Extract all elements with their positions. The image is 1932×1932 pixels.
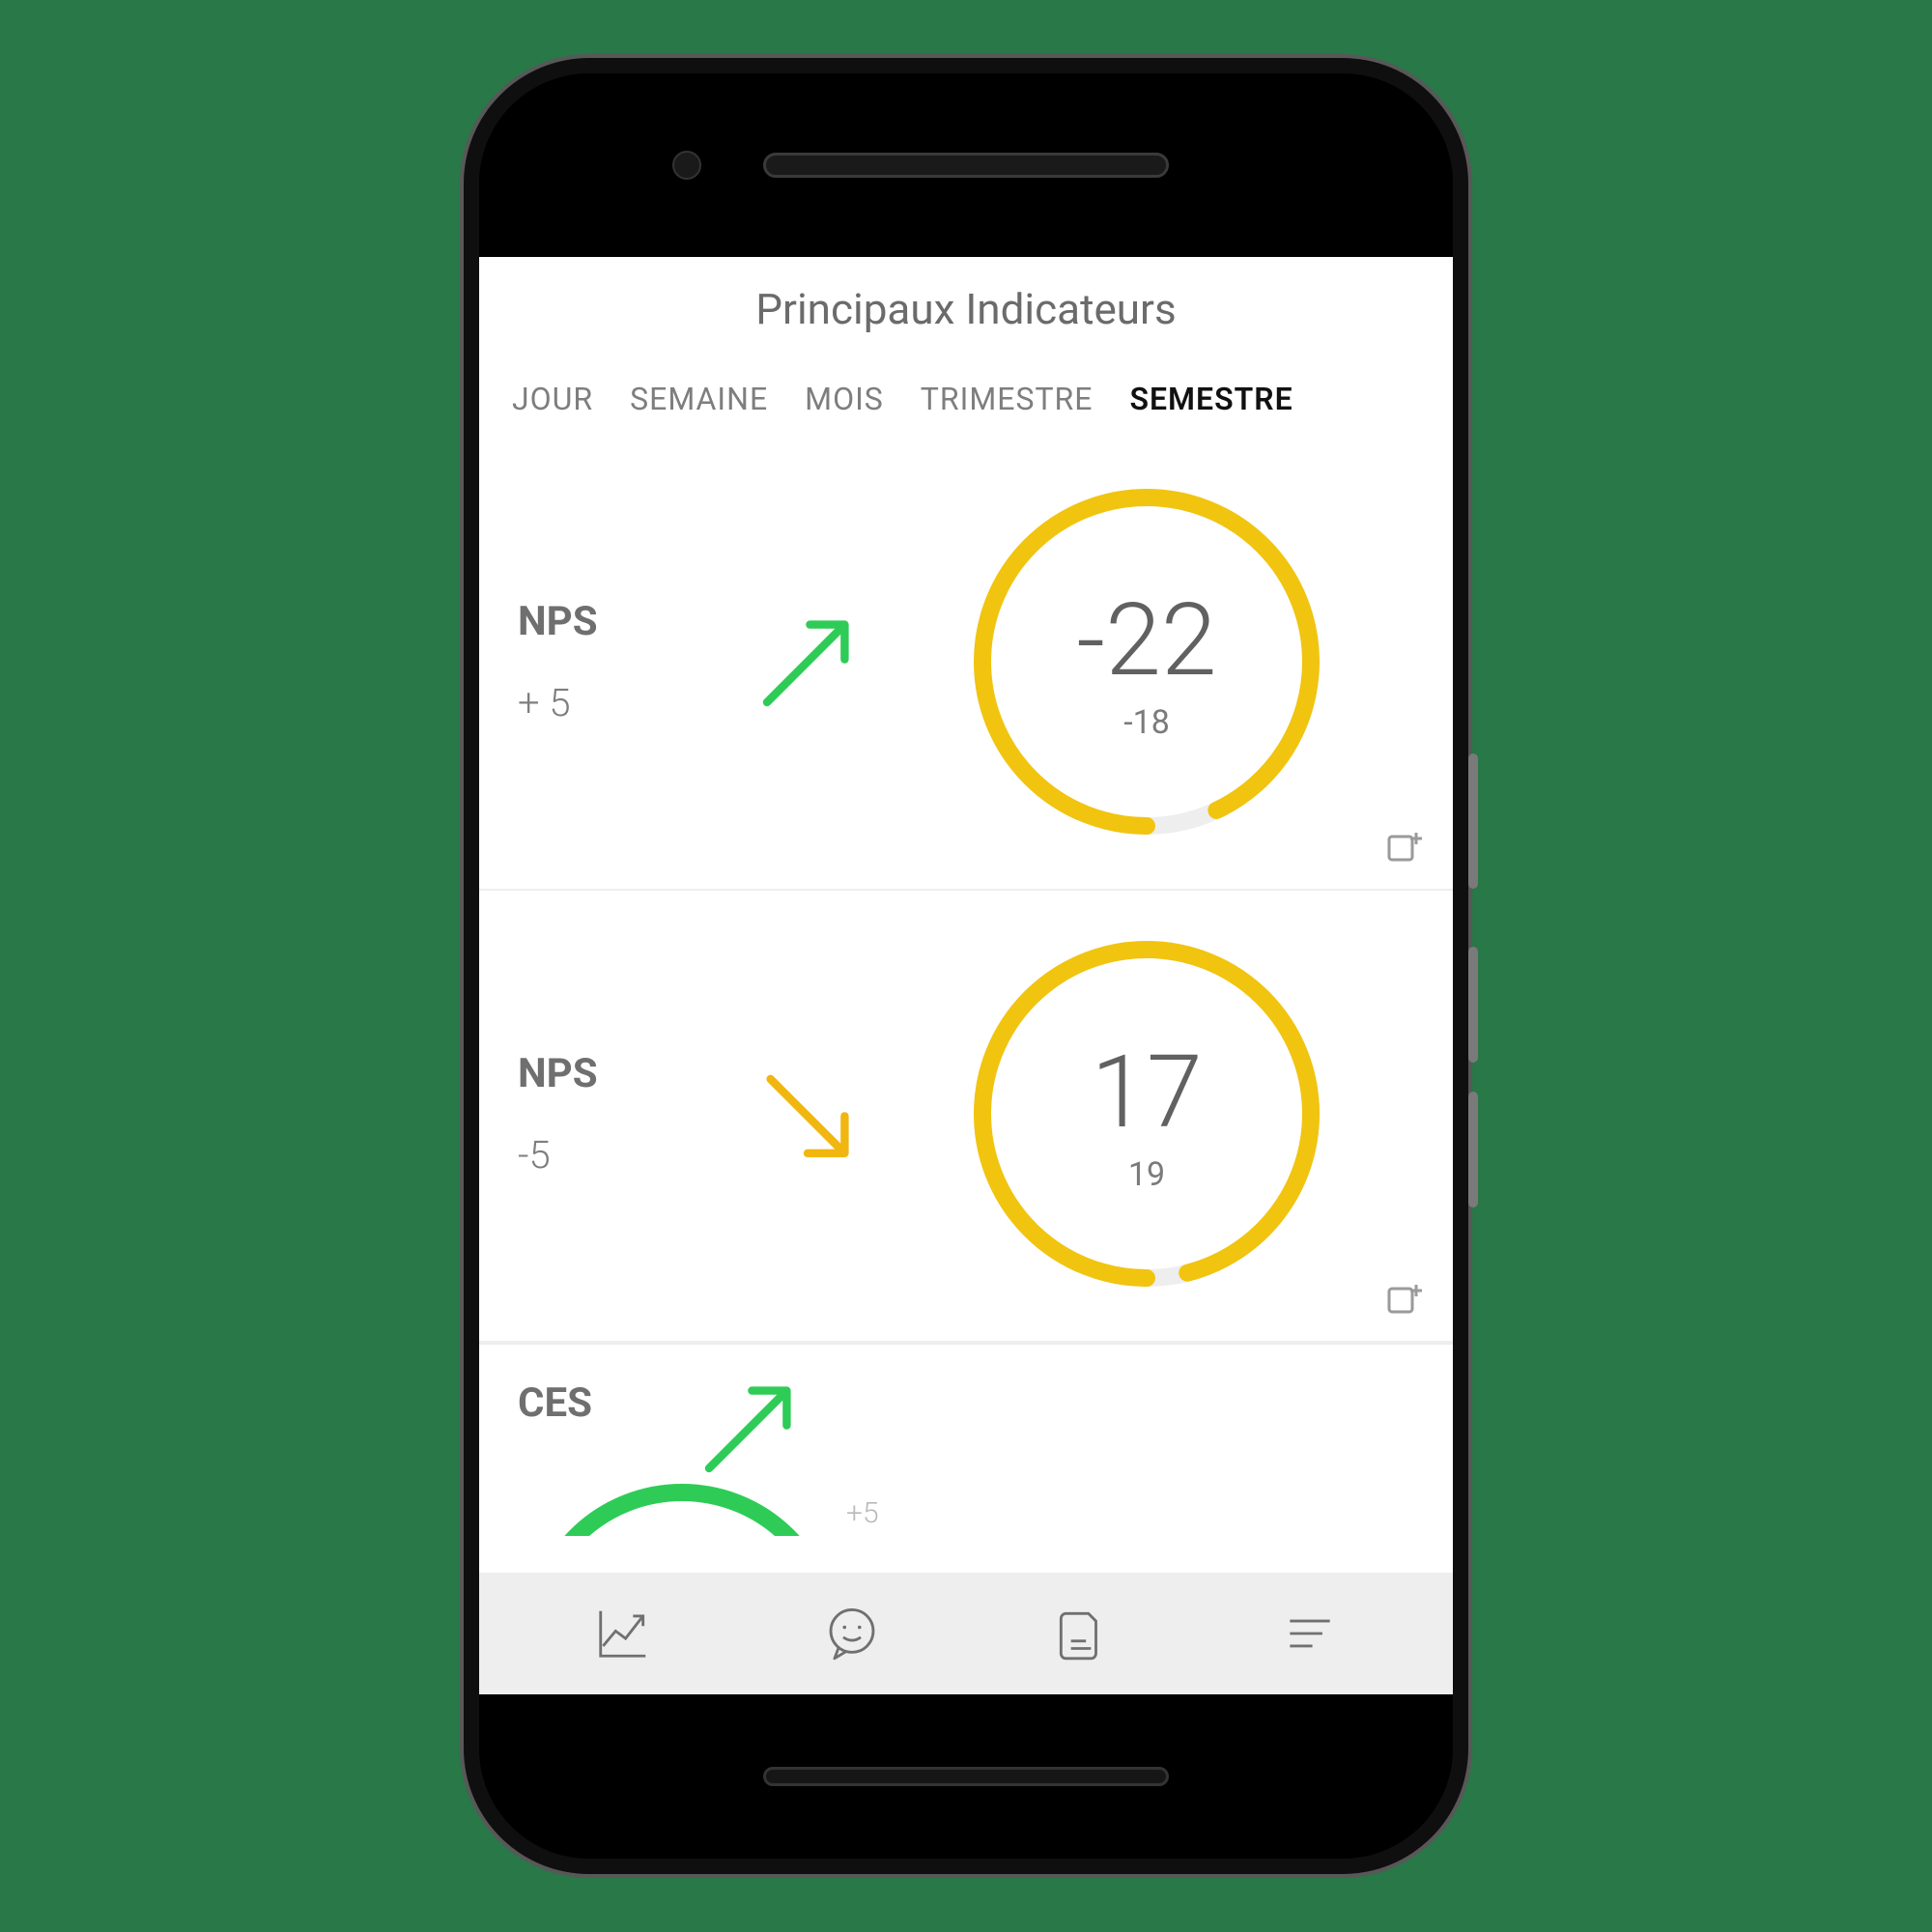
nav-feedback-icon[interactable] [818, 1600, 886, 1667]
indicator-card-nps-2: NPS -5 [479, 891, 1453, 1343]
metric-delta: -5 [518, 1132, 740, 1178]
ear-speaker [763, 153, 1169, 178]
period-tabs: JOUR SEMAINE MOIS TRIMESTRE SEMESTRE [479, 346, 1453, 439]
gauge-subvalue: -18 [1123, 703, 1170, 742]
gauge: 17 19 [875, 935, 1418, 1293]
volume-up-button [1468, 947, 1478, 1063]
tab-jour[interactable]: JOUR [512, 381, 593, 417]
trend-arrow-up-icon [740, 604, 875, 720]
card-left: NPS -5 [518, 1050, 740, 1178]
gauge-partial [518, 1478, 846, 1536]
bezel-bottom [479, 1694, 1453, 1859]
nav-menu-icon[interactable] [1276, 1600, 1344, 1667]
card-left: NPS + 5 [518, 598, 740, 725]
expand-icon[interactable] [1383, 825, 1426, 867]
trend-arrow-up-icon [682, 1370, 817, 1486]
metric-delta: + 5 [518, 680, 740, 725]
gauge-value: 17 [1091, 1035, 1202, 1151]
tab-semaine[interactable]: SEMAINE [630, 381, 768, 417]
gauge: -22 -18 [875, 483, 1418, 840]
indicator-card-ces: CES +5 [479, 1343, 1453, 1536]
front-camera [672, 151, 701, 180]
metric-name: CES [518, 1379, 682, 1427]
expand-icon[interactable] [1383, 1277, 1426, 1320]
page-title: Principaux Indicateurs [479, 284, 1453, 334]
indicator-card-nps-1: NPS + 5 [479, 439, 1453, 891]
trend-arrow-down-icon [740, 1056, 875, 1172]
card-left: CES [518, 1379, 682, 1436]
header: Principaux Indicateurs [479, 257, 1453, 346]
nav-document-icon[interactable] [1047, 1600, 1115, 1667]
tab-semestre[interactable]: SEMESTRE [1129, 381, 1293, 417]
bezel-top [479, 73, 1453, 257]
content[interactable]: NPS + 5 [479, 439, 1453, 1573]
gauge-subvalue: 19 [1128, 1155, 1165, 1194]
nav-chart-icon[interactable] [589, 1600, 657, 1667]
phone-inner: Principaux Indicateurs JOUR SEMAINE MOIS… [479, 73, 1453, 1859]
phone-frame: Principaux Indicateurs JOUR SEMAINE MOIS… [464, 58, 1468, 1874]
screen: Principaux Indicateurs JOUR SEMAINE MOIS… [479, 257, 1453, 1694]
volume-down-button [1468, 1092, 1478, 1208]
metric-name: NPS [518, 1050, 740, 1097]
metric-delta: +5 [846, 1496, 879, 1530]
bottom-nav [479, 1573, 1453, 1694]
tab-mois[interactable]: MOIS [805, 381, 884, 417]
power-button [1468, 753, 1478, 889]
gauge-value: -22 [1076, 582, 1216, 699]
metric-name: NPS [518, 598, 740, 645]
bottom-speaker [763, 1767, 1169, 1786]
tab-trimestre[interactable]: TRIMESTRE [921, 381, 1094, 417]
